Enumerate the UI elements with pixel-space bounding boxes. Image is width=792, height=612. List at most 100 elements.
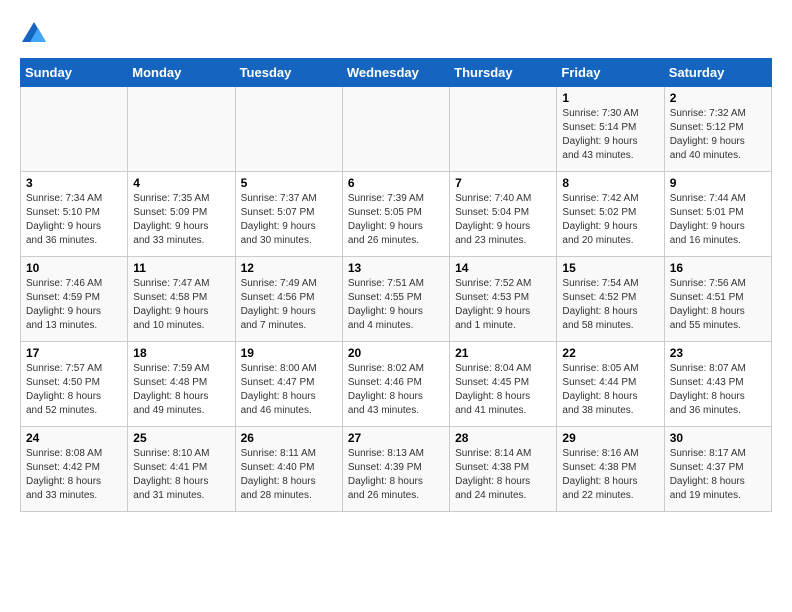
day-info: Sunrise: 8:13 AM Sunset: 4:39 PM Dayligh… bbox=[348, 447, 444, 503]
day-info: Sunrise: 7:59 AM Sunset: 4:48 PM Dayligh… bbox=[133, 362, 229, 418]
day-info: Sunrise: 8:05 AM Sunset: 4:44 PM Dayligh… bbox=[562, 362, 658, 418]
day-info: Sunrise: 8:10 AM Sunset: 4:41 PM Dayligh… bbox=[133, 447, 229, 503]
calendar-cell: 17 Sunrise: 7:57 AM Sunset: 4:50 PM Dayli… bbox=[21, 342, 128, 427]
day-number: 13 bbox=[348, 261, 444, 275]
calendar-cell: 4 Sunrise: 7:35 AM Sunset: 5:09 PM Daylig… bbox=[128, 172, 235, 257]
day-number: 19 bbox=[241, 346, 337, 360]
calendar-cell: 8 Sunrise: 7:42 AM Sunset: 5:02 PM Daylig… bbox=[557, 172, 664, 257]
day-info: Sunrise: 8:04 AM Sunset: 4:45 PM Dayligh… bbox=[455, 362, 551, 418]
day-info: Sunrise: 7:49 AM Sunset: 4:56 PM Dayligh… bbox=[241, 277, 337, 333]
day-info: Sunrise: 7:51 AM Sunset: 4:55 PM Dayligh… bbox=[348, 277, 444, 333]
calendar-cell: 30 Sunrise: 8:17 AM Sunset: 4:37 PM Dayli… bbox=[664, 427, 771, 512]
col-wednesday: Wednesday bbox=[342, 59, 449, 87]
week-row-3: 10 Sunrise: 7:46 AM Sunset: 4:59 PM Dayli… bbox=[21, 257, 772, 342]
day-number: 15 bbox=[562, 261, 658, 275]
day-info: Sunrise: 7:57 AM Sunset: 4:50 PM Dayligh… bbox=[26, 362, 122, 418]
calendar-cell: 1 Sunrise: 7:30 AM Sunset: 5:14 PM Daylig… bbox=[557, 87, 664, 172]
day-info: Sunrise: 7:47 AM Sunset: 4:58 PM Dayligh… bbox=[133, 277, 229, 333]
day-number: 25 bbox=[133, 431, 229, 445]
calendar-cell bbox=[235, 87, 342, 172]
col-sunday: Sunday bbox=[21, 59, 128, 87]
calendar-cell: 20Sunrise: 8:02 AM Sunset: 4:46 PM Dayli… bbox=[342, 342, 449, 427]
day-number: 20 bbox=[348, 346, 444, 360]
calendar-cell: 24Sunrise: 8:08 AM Sunset: 4:42 PM Dayli… bbox=[21, 427, 128, 512]
calendar-cell: 21 Sunrise: 8:04 AM Sunset: 4:45 PM Dayli… bbox=[450, 342, 557, 427]
calendar-cell: 14 Sunrise: 7:52 AM Sunset: 4:53 PM Dayli… bbox=[450, 257, 557, 342]
col-saturday: Saturday bbox=[664, 59, 771, 87]
calendar-cell: 25 Sunrise: 8:10 AM Sunset: 4:41 PM Dayli… bbox=[128, 427, 235, 512]
page-header bbox=[20, 20, 772, 48]
day-info: Sunrise: 7:30 AM Sunset: 5:14 PM Dayligh… bbox=[562, 107, 658, 163]
col-monday: Monday bbox=[128, 59, 235, 87]
calendar-cell: 5 Sunrise: 7:37 AM Sunset: 5:07 PM Daylig… bbox=[235, 172, 342, 257]
day-number: 1 bbox=[562, 91, 658, 105]
calendar-cell bbox=[21, 87, 128, 172]
day-info: Sunrise: 7:46 AM Sunset: 4:59 PM Dayligh… bbox=[26, 277, 122, 333]
day-number: 10 bbox=[26, 261, 122, 275]
calendar-cell: 10 Sunrise: 7:46 AM Sunset: 4:59 PM Dayli… bbox=[21, 257, 128, 342]
day-info: Sunrise: 7:56 AM Sunset: 4:51 PM Dayligh… bbox=[670, 277, 766, 333]
calendar-cell: 28Sunrise: 8:14 AM Sunset: 4:38 PM Dayli… bbox=[450, 427, 557, 512]
logo-icon bbox=[20, 20, 48, 48]
day-number: 16 bbox=[670, 261, 766, 275]
day-info: Sunrise: 7:42 AM Sunset: 5:02 PM Dayligh… bbox=[562, 192, 658, 248]
header-row: Sunday Monday Tuesday Wednesday Thursday… bbox=[21, 59, 772, 87]
calendar-cell: 15 Sunrise: 7:54 AM Sunset: 4:52 PM Dayli… bbox=[557, 257, 664, 342]
calendar-header: Sunday Monday Tuesday Wednesday Thursday… bbox=[21, 59, 772, 87]
calendar-cell: 22Sunrise: 8:05 AM Sunset: 4:44 PM Dayli… bbox=[557, 342, 664, 427]
day-number: 26 bbox=[241, 431, 337, 445]
col-thursday: Thursday bbox=[450, 59, 557, 87]
day-info: Sunrise: 8:16 AM Sunset: 4:38 PM Dayligh… bbox=[562, 447, 658, 503]
calendar-cell: 7 Sunrise: 7:40 AM Sunset: 5:04 PM Daylig… bbox=[450, 172, 557, 257]
calendar-cell bbox=[450, 87, 557, 172]
calendar-cell: 16 Sunrise: 7:56 AM Sunset: 4:51 PM Dayli… bbox=[664, 257, 771, 342]
calendar-cell bbox=[342, 87, 449, 172]
day-number: 14 bbox=[455, 261, 551, 275]
day-number: 30 bbox=[670, 431, 766, 445]
day-info: Sunrise: 7:39 AM Sunset: 5:05 PM Dayligh… bbox=[348, 192, 444, 248]
calendar-cell: 19 Sunrise: 8:00 AM Sunset: 4:47 PM Dayli… bbox=[235, 342, 342, 427]
day-number: 8 bbox=[562, 176, 658, 190]
day-number: 28 bbox=[455, 431, 551, 445]
week-row-4: 17 Sunrise: 7:57 AM Sunset: 4:50 PM Dayli… bbox=[21, 342, 772, 427]
day-number: 18 bbox=[133, 346, 229, 360]
day-number: 9 bbox=[670, 176, 766, 190]
day-info: Sunrise: 7:37 AM Sunset: 5:07 PM Dayligh… bbox=[241, 192, 337, 248]
day-info: Sunrise: 8:08 AM Sunset: 4:42 PM Dayligh… bbox=[26, 447, 122, 503]
day-number: 3 bbox=[26, 176, 122, 190]
calendar-cell: 13 Sunrise: 7:51 AM Sunset: 4:55 PM Dayli… bbox=[342, 257, 449, 342]
day-number: 11 bbox=[133, 261, 229, 275]
day-info: Sunrise: 8:00 AM Sunset: 4:47 PM Dayligh… bbox=[241, 362, 337, 418]
week-row-1: 1 Sunrise: 7:30 AM Sunset: 5:14 PM Daylig… bbox=[21, 87, 772, 172]
day-info: Sunrise: 7:40 AM Sunset: 5:04 PM Dayligh… bbox=[455, 192, 551, 248]
calendar-body: 1 Sunrise: 7:30 AM Sunset: 5:14 PM Daylig… bbox=[21, 87, 772, 512]
week-row-2: 3 Sunrise: 7:34 AM Sunset: 5:10 PM Daylig… bbox=[21, 172, 772, 257]
day-number: 12 bbox=[241, 261, 337, 275]
calendar-table: Sunday Monday Tuesday Wednesday Thursday… bbox=[20, 58, 772, 512]
day-info: Sunrise: 7:34 AM Sunset: 5:10 PM Dayligh… bbox=[26, 192, 122, 248]
calendar-cell: 11 Sunrise: 7:47 AM Sunset: 4:58 PM Dayli… bbox=[128, 257, 235, 342]
day-number: 17 bbox=[26, 346, 122, 360]
day-number: 6 bbox=[348, 176, 444, 190]
day-info: Sunrise: 8:11 AM Sunset: 4:40 PM Dayligh… bbox=[241, 447, 337, 503]
calendar-cell: 3 Sunrise: 7:34 AM Sunset: 5:10 PM Daylig… bbox=[21, 172, 128, 257]
day-info: Sunrise: 7:35 AM Sunset: 5:09 PM Dayligh… bbox=[133, 192, 229, 248]
day-number: 21 bbox=[455, 346, 551, 360]
day-info: Sunrise: 7:32 AM Sunset: 5:12 PM Dayligh… bbox=[670, 107, 766, 163]
calendar-cell: 9Sunrise: 7:44 AM Sunset: 5:01 PM Daylig… bbox=[664, 172, 771, 257]
calendar-cell bbox=[128, 87, 235, 172]
logo bbox=[20, 20, 52, 48]
col-friday: Friday bbox=[557, 59, 664, 87]
day-info: Sunrise: 7:52 AM Sunset: 4:53 PM Dayligh… bbox=[455, 277, 551, 333]
day-number: 7 bbox=[455, 176, 551, 190]
day-number: 4 bbox=[133, 176, 229, 190]
day-number: 5 bbox=[241, 176, 337, 190]
day-number: 27 bbox=[348, 431, 444, 445]
day-number: 2 bbox=[670, 91, 766, 105]
day-info: Sunrise: 7:54 AM Sunset: 4:52 PM Dayligh… bbox=[562, 277, 658, 333]
calendar-cell: 27 Sunrise: 8:13 AM Sunset: 4:39 PM Dayli… bbox=[342, 427, 449, 512]
day-info: Sunrise: 8:17 AM Sunset: 4:37 PM Dayligh… bbox=[670, 447, 766, 503]
col-tuesday: Tuesday bbox=[235, 59, 342, 87]
calendar-cell: 12 Sunrise: 7:49 AM Sunset: 4:56 PM Dayli… bbox=[235, 257, 342, 342]
calendar-cell: 23Sunrise: 8:07 AM Sunset: 4:43 PM Dayli… bbox=[664, 342, 771, 427]
